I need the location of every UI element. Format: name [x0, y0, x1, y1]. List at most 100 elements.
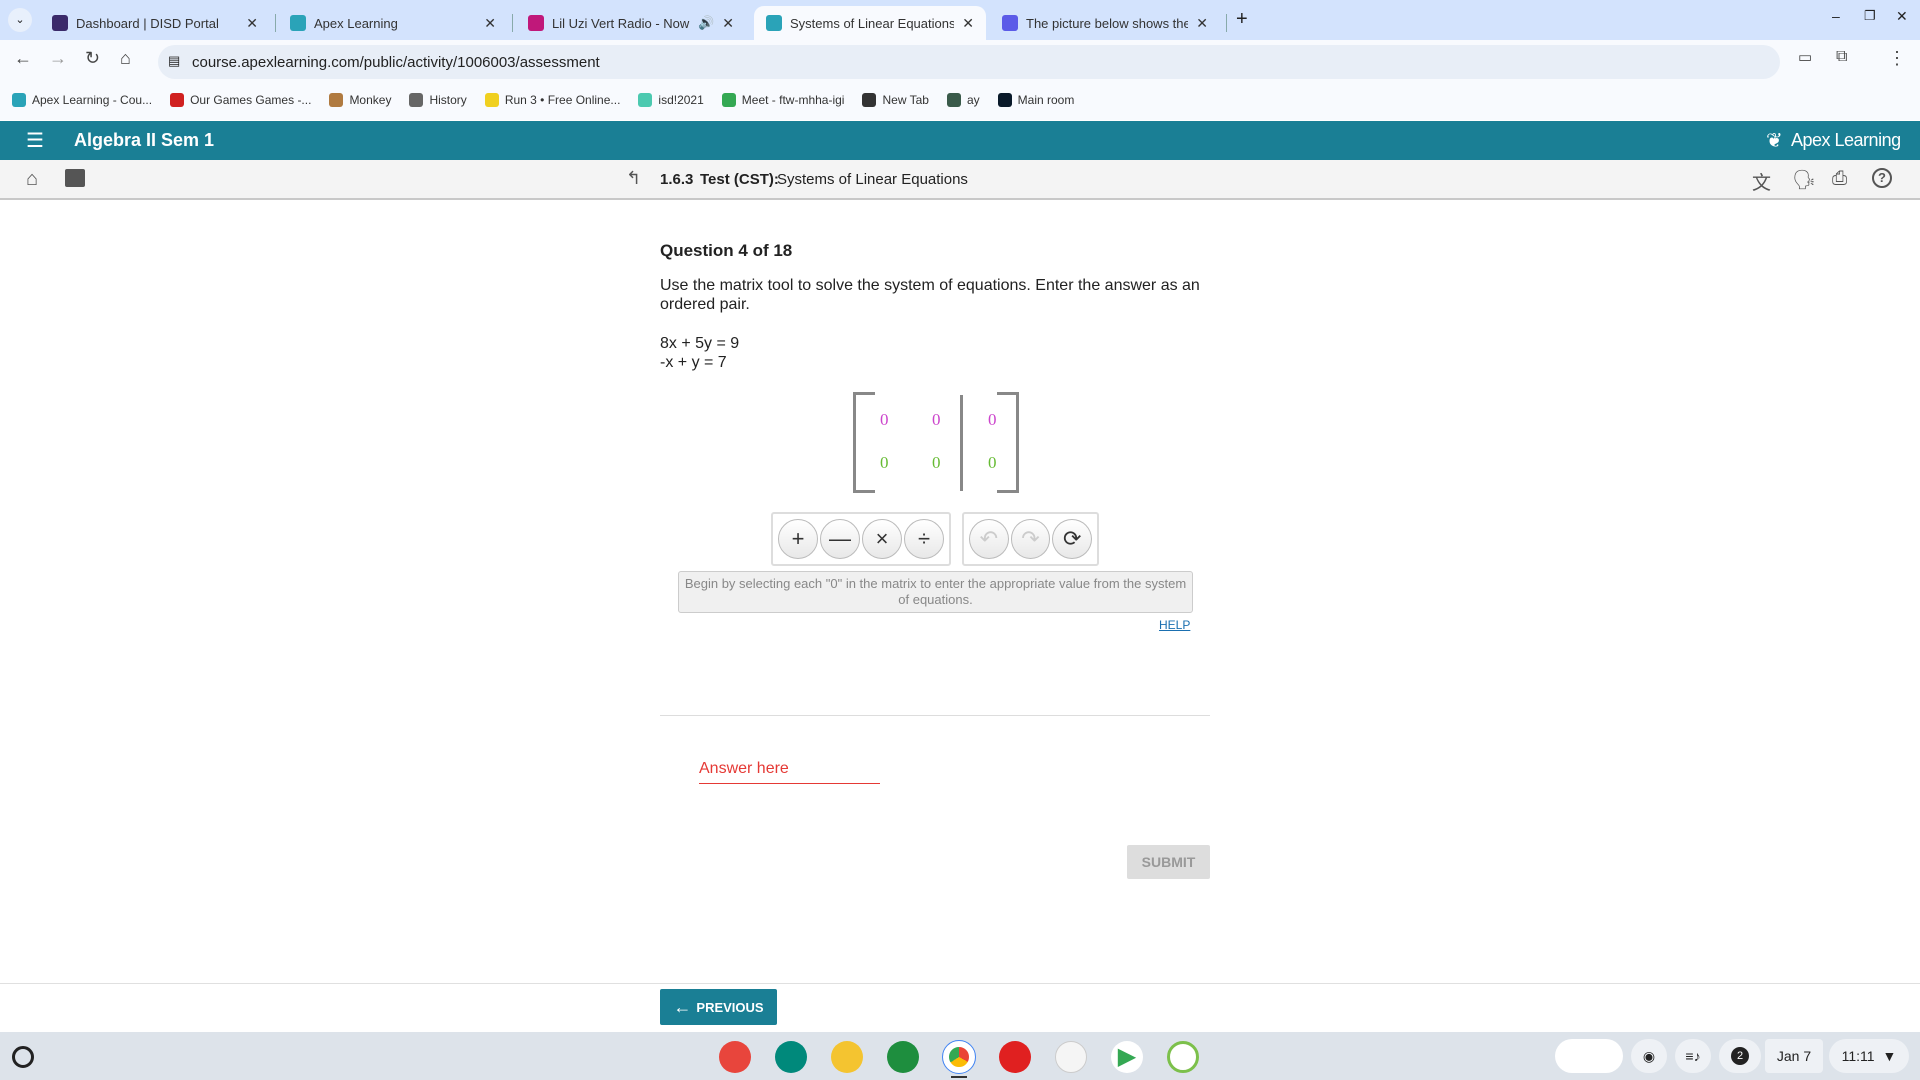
tote-thumbnails[interactable] — [1555, 1039, 1623, 1073]
bookmark-item[interactable]: Run 3 • Free Online... — [484, 93, 620, 107]
submit-button[interactable]: SUBMIT — [1127, 845, 1210, 879]
add-rows-button[interactable]: + — [778, 519, 818, 559]
matrix-hint: Begin by selecting each "0" in the matri… — [678, 571, 1193, 613]
bookmark-favicon-icon — [484, 93, 499, 107]
subtract-rows-button[interactable]: — — [820, 519, 860, 559]
redo-button[interactable]: ↷ — [1010, 519, 1051, 559]
previous-button[interactable]: ← PREVIOUS — [660, 989, 777, 1025]
bookmark-favicon-icon — [409, 93, 424, 107]
date-button[interactable]: Jan 7 — [1765, 1039, 1823, 1073]
left-bracket — [853, 392, 875, 493]
close-icon[interactable]: ✕ — [246, 15, 258, 32]
multiply-row-button[interactable]: × — [862, 519, 902, 559]
up-arrow-icon[interactable]: ↰ — [626, 168, 641, 189]
bookmark-label: ay — [966, 93, 980, 107]
browser-tab-bar: ⌄ Dashboard | DISD Portal ✕ Apex Learning… — [0, 0, 1920, 40]
active-app-indicator — [951, 1076, 967, 1078]
close-icon[interactable]: ✕ — [722, 15, 734, 32]
divide-row-button[interactable]: ÷ — [904, 519, 944, 559]
home-icon[interactable]: ⌂ — [120, 48, 131, 69]
play-store-icon[interactable]: ▶ — [1111, 1041, 1143, 1073]
clock: 11:11 — [1841, 1048, 1875, 1064]
bookmark-label: Main room — [1017, 93, 1075, 107]
bookmark-item[interactable]: isd!2021 — [638, 93, 704, 107]
bookmark-item[interactable]: Meet - ftw-mhha-igi — [721, 93, 844, 107]
print-icon[interactable]: ⎙ — [1832, 168, 1847, 190]
app-icon-classroom-green[interactable] — [887, 1041, 919, 1073]
bookmark-item[interactable]: ay — [946, 93, 980, 107]
matrix-cell-r2c1[interactable]: 0 — [880, 453, 889, 473]
tab-4[interactable]: The picture below shows the sc ✕ — [990, 6, 1220, 40]
back-icon[interactable]: ← — [14, 48, 32, 69]
translate-icon[interactable]: 文 — [1752, 168, 1771, 195]
tab-favicon — [1002, 15, 1018, 31]
speaker-icon[interactable]: 🔊 — [698, 15, 714, 31]
help-link[interactable]: HELP — [1159, 618, 1190, 632]
help-icon[interactable]: ? — [1872, 168, 1892, 188]
extensions-icon[interactable]: ⧉ — [1836, 48, 1847, 66]
bookmark-label: History — [429, 93, 467, 107]
activity-header: ⌂ ↰ 1.6.3 Test (CST): Systems of Linear … — [0, 160, 1920, 200]
bookmark-item[interactable]: Apex Learning - Cou... — [12, 93, 152, 107]
minimize-button[interactable]: – — [1832, 8, 1840, 24]
app-icon-red[interactable] — [999, 1041, 1031, 1073]
wifi-icon: ▼ — [1882, 1048, 1897, 1064]
hamburger-menu-icon[interactable]: ☰ — [26, 128, 44, 153]
matrix-cell-r2c2[interactable]: 0 — [932, 453, 941, 473]
tab-1[interactable]: Apex Learning ✕ — [278, 6, 508, 40]
new-tab-button[interactable]: + — [1236, 8, 1248, 31]
bookmark-favicon-icon — [997, 93, 1012, 107]
activity-title: Systems of Linear Equations — [777, 171, 968, 188]
app-icon-grid[interactable] — [1055, 1041, 1087, 1073]
forward-icon[interactable]: → — [49, 48, 67, 69]
arrow-left-icon: ← — [673, 996, 692, 1017]
matrix-cell-r1c3[interactable]: 0 — [988, 410, 997, 430]
media-controls-icon[interactable]: ◉ — [1631, 1039, 1667, 1073]
equation-1: 8x + 5y = 9 — [660, 335, 740, 352]
home-icon[interactable]: ⌂ — [26, 168, 38, 191]
launcher-icon[interactable] — [12, 1046, 34, 1068]
chrome-icon[interactable] — [942, 1040, 976, 1074]
matrix-cell-r1c2[interactable]: 0 — [932, 410, 941, 430]
equations: 8x + 5y = 9 -x + y = 7 — [660, 334, 1210, 372]
undo-button[interactable]: ↶ — [969, 519, 1009, 559]
previous-label: PREVIOUS — [696, 999, 764, 1015]
bookmark-label: Our Games Games -... — [190, 93, 312, 107]
status-area[interactable]: 11:11 ▼ — [1829, 1039, 1909, 1073]
close-icon[interactable]: ✕ — [484, 15, 496, 32]
bookmark-item[interactable]: New Tab — [862, 93, 929, 107]
menu-icon[interactable]: ⋮ — [1888, 48, 1906, 69]
bookmark-favicon-icon — [946, 93, 961, 107]
bookmark-favicon-icon — [12, 93, 26, 107]
footer — [0, 983, 1920, 1032]
playlist-icon[interactable]: ≡♪ — [1675, 1039, 1711, 1073]
app-icon-paint[interactable] — [719, 1041, 751, 1073]
matrix-cell-r1c1[interactable]: 0 — [880, 410, 889, 430]
site-info-icon[interactable]: ▤ — [168, 53, 180, 69]
briefcase-icon[interactable] — [65, 169, 85, 187]
close-window-button[interactable]: ✕ — [1896, 8, 1908, 25]
close-icon[interactable]: ✕ — [1196, 15, 1208, 32]
close-icon[interactable]: ✕ — [962, 15, 974, 32]
address-bar[interactable]: ▤ course.apexlearning.com/public/activity… — [158, 45, 1780, 79]
read-aloud-icon[interactable]: 🗣 — [1792, 168, 1816, 192]
maximize-button[interactable]: ❐ — [1864, 8, 1876, 24]
bookmark-item[interactable]: History — [409, 93, 467, 107]
notifications-button[interactable]: 2 — [1719, 1039, 1761, 1073]
cast-icon[interactable]: ▭ — [1798, 48, 1812, 66]
bookmark-item[interactable]: Monkey — [329, 93, 391, 107]
matrix-cell-r2c3[interactable]: 0 — [988, 453, 997, 473]
reload-icon[interactable]: ↻ — [85, 48, 100, 69]
tab-0[interactable]: Dashboard | DISD Portal ✕ — [40, 6, 270, 40]
tab-2[interactable]: Lil Uzi Vert Radio - Now Pla 🔊 ✕ — [516, 6, 746, 40]
tab-search-button[interactable]: ⌄ — [8, 8, 32, 32]
app-icon-classroom[interactable] — [775, 1041, 807, 1073]
app-icon-slides[interactable] — [831, 1041, 863, 1073]
reset-button[interactable]: ⟳ — [1052, 519, 1093, 559]
app-icon-circle[interactable] — [1167, 1041, 1199, 1073]
bookmark-item[interactable]: Main room — [997, 93, 1075, 107]
bookmark-favicon-icon — [329, 93, 344, 107]
bookmark-item[interactable]: Our Games Games -... — [170, 93, 311, 107]
answer-input[interactable]: Answer here — [699, 757, 880, 784]
tab-3-active[interactable]: Systems of Linear Equations - A ✕ — [754, 6, 986, 40]
